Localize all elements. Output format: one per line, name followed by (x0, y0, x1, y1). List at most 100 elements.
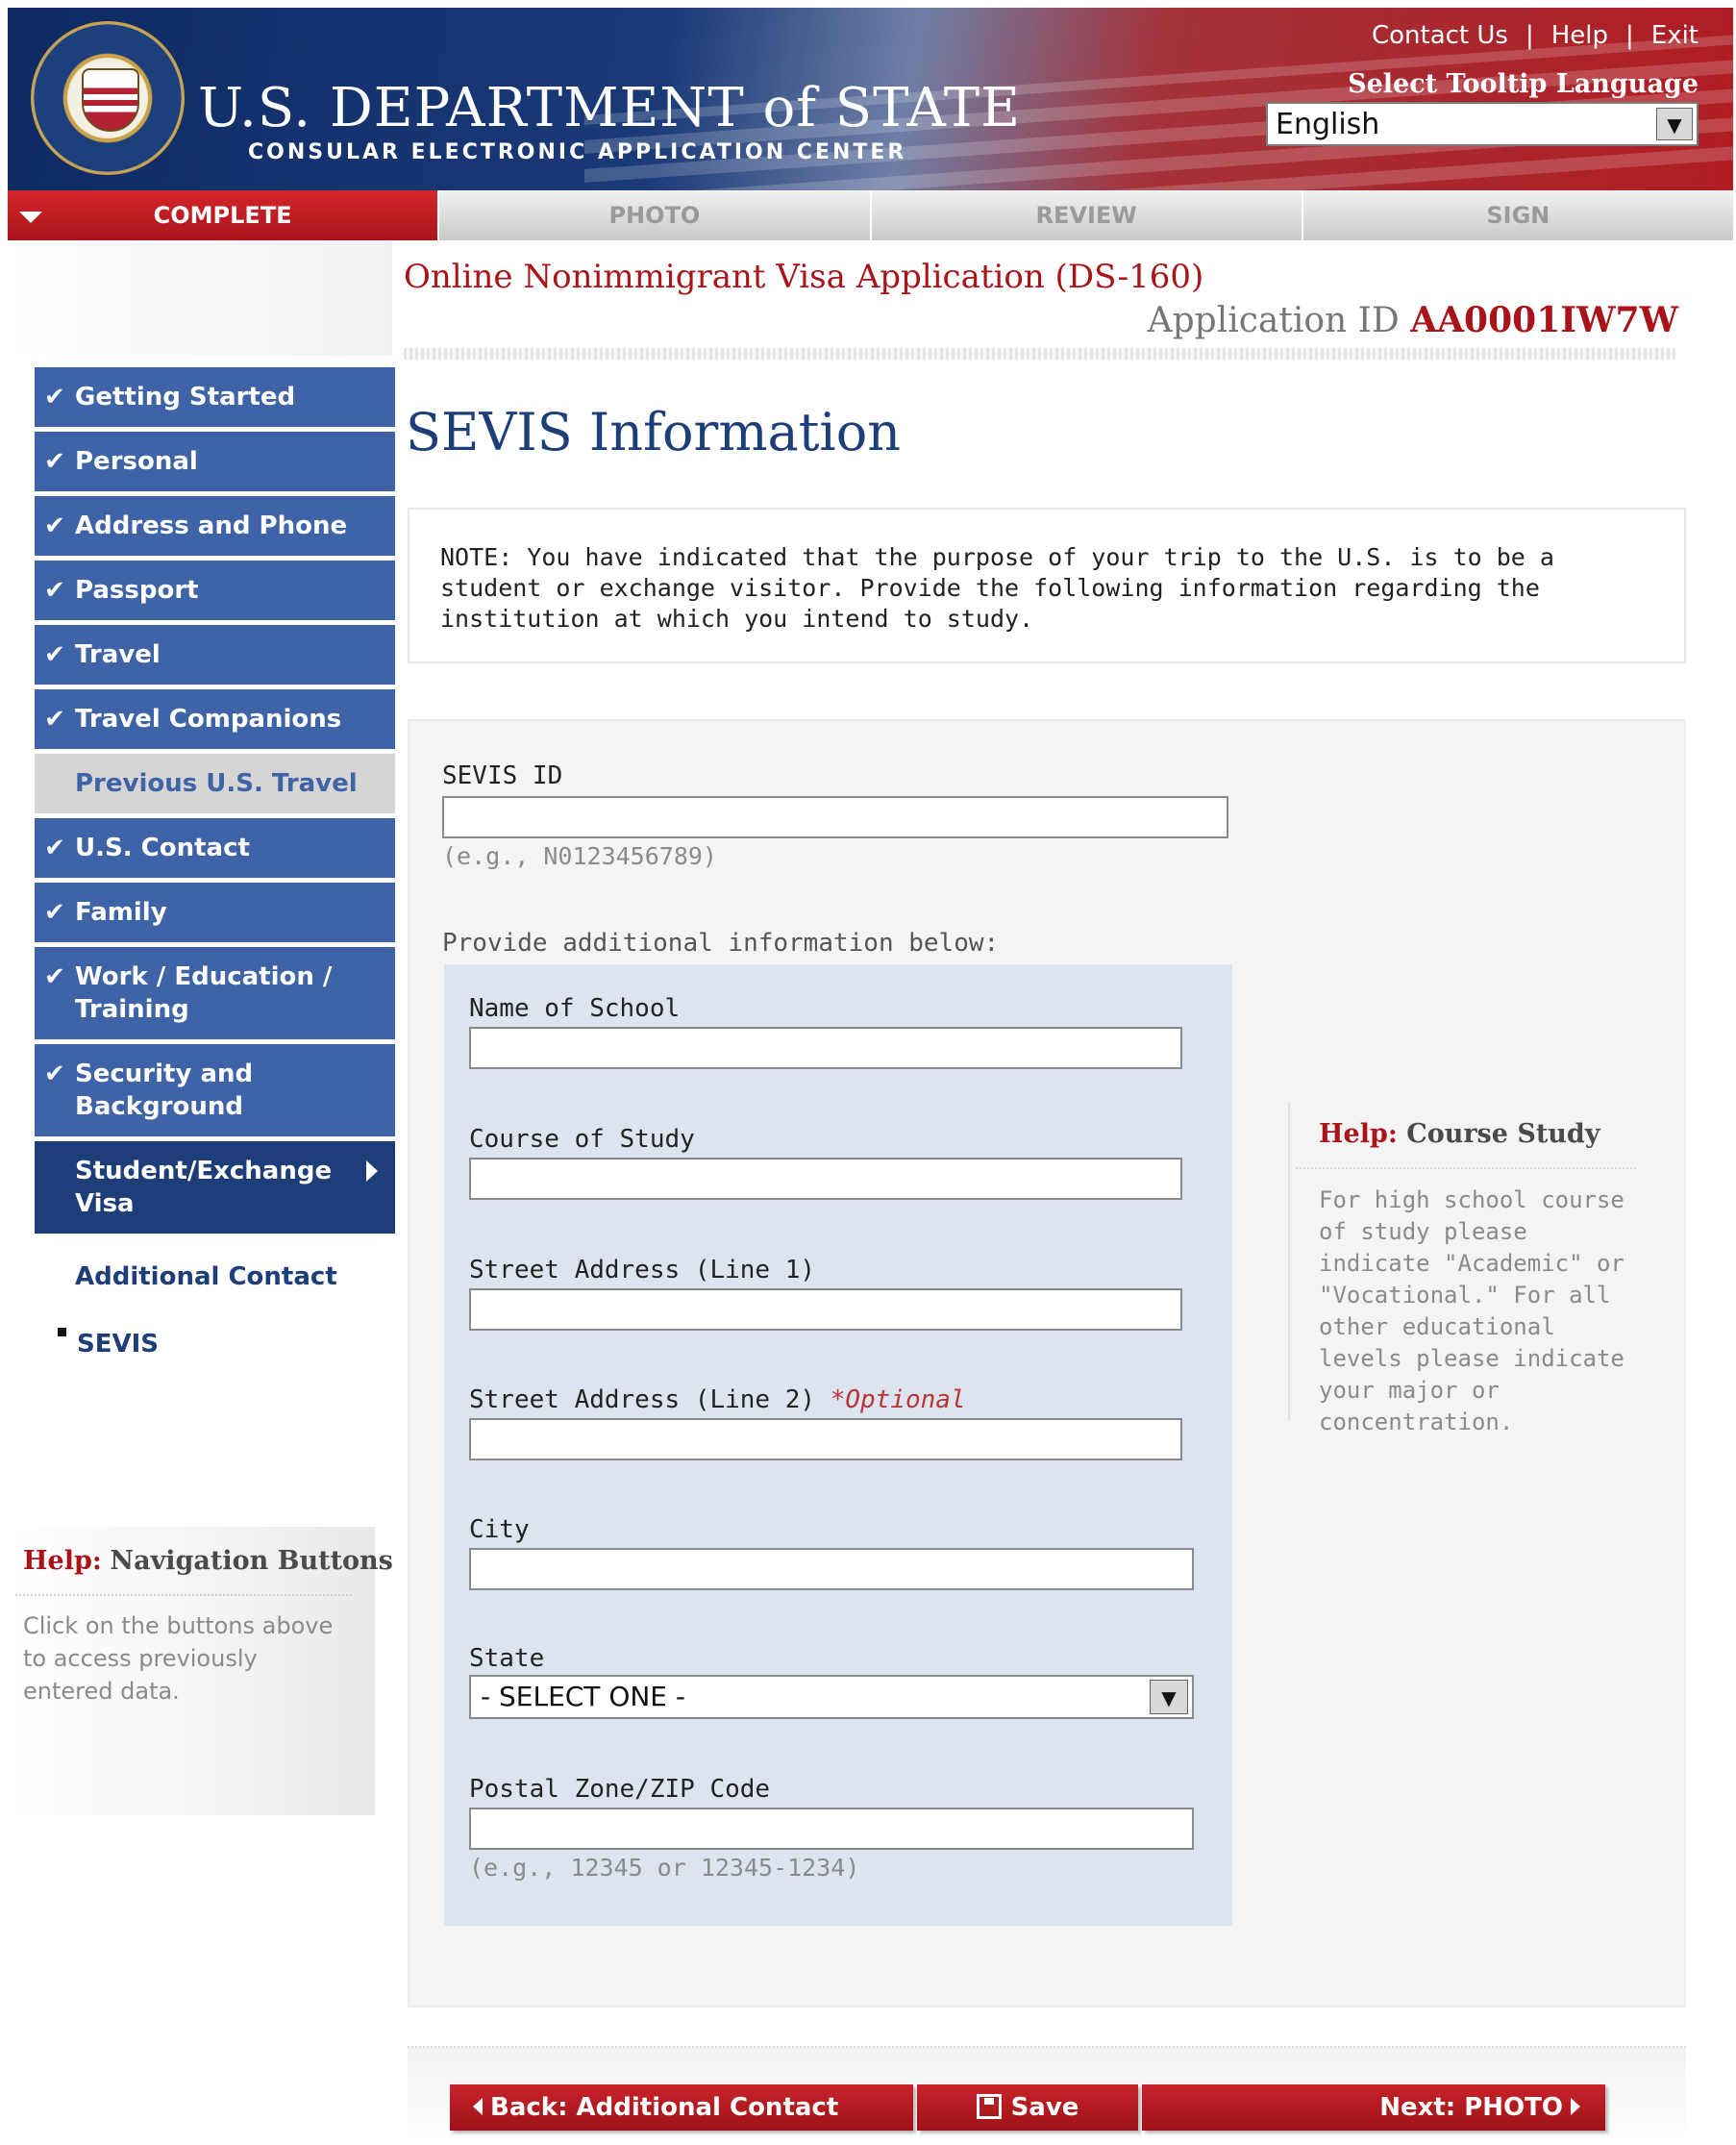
sidebar-item-label: Personal (75, 447, 198, 476)
sidebar-item-family[interactable]: ✔ Family (35, 883, 395, 942)
sidebar-item-travel-companions[interactable]: ✔ Travel Companions (35, 689, 395, 749)
check-icon: ✔ (44, 898, 65, 927)
sevis-id-label: SEVIS ID (442, 761, 563, 790)
sidebar-item-label: Travel Companions (75, 705, 342, 734)
note-text: NOTE: You have indicated that the purpos… (440, 543, 1554, 633)
sidebar-item-personal[interactable]: ✔ Personal (35, 432, 395, 491)
street-address-2-label: Street Address (Line 2) *Optional (469, 1385, 966, 1414)
save-button-label: Save (1010, 2093, 1079, 2122)
help-title-text: Navigation Buttons (110, 1546, 393, 1576)
application-id: Application ID AA0001IW7W (1148, 300, 1678, 340)
divider (1296, 1167, 1636, 1169)
sidebar-item-label: Getting Started (75, 383, 296, 412)
course-study-help-body: For high school course of study please i… (1319, 1186, 1624, 1435)
form-title: Online Nonimmigrant Visa Application (DS… (404, 258, 1204, 296)
navigation-help-title: Help: Navigation Buttons (23, 1546, 393, 1576)
sidebar-item-student-exchange-visa[interactable]: Student/Exchange Visa (35, 1141, 395, 1234)
divider (404, 348, 1676, 360)
help-prefix: Help: (23, 1546, 102, 1576)
sidebar-subitem-sevis[interactable]: SEVIS (35, 1328, 395, 1360)
check-icon: ✔ (44, 576, 65, 605)
tooltip-language-label: Select Tooltip Language (1348, 69, 1699, 99)
help-prefix: Help: (1319, 1119, 1398, 1149)
next-button[interactable]: Next: PHOTO (1142, 2084, 1605, 2131)
help-title-text: Course Study (1406, 1119, 1600, 1149)
street-address-2-input[interactable] (469, 1418, 1182, 1460)
navigation-help-panel: Help: Navigation Buttons Click on the bu… (8, 1527, 393, 1815)
check-icon: ✔ (44, 834, 65, 862)
chevron-down-icon[interactable]: ▼ (1656, 108, 1693, 140)
city-input[interactable] (469, 1548, 1194, 1590)
sidebar-item-previous-us-travel[interactable]: Previous U.S. Travel (35, 754, 395, 813)
check-icon: ✔ (44, 1060, 65, 1088)
caret-down-icon (19, 212, 42, 223)
check-icon: ✔ (44, 962, 65, 991)
divider (15, 1594, 352, 1596)
tab-sign[interactable]: SIGN (1301, 190, 1733, 240)
sidebar-item-getting-started[interactable]: ✔ Getting Started (35, 367, 395, 427)
street-address-2-label-text: Street Address (Line 2) (469, 1385, 816, 1414)
state-label: State (469, 1644, 545, 1673)
sidebar-item-passport[interactable]: ✔ Passport (35, 561, 395, 620)
check-icon: ✔ (44, 511, 65, 540)
link-separator: | (1525, 21, 1534, 50)
additional-info-label: Provide additional information below: (442, 929, 1000, 958)
application-id-label: Application ID (1147, 301, 1400, 340)
tab-review[interactable]: REVIEW (869, 190, 1302, 240)
sidebar-item-label: U.S. Contact (75, 834, 250, 862)
check-icon: ✔ (44, 705, 65, 734)
tab-review-label: REVIEW (1035, 202, 1137, 229)
sidebar-item-security-and-background[interactable]: ✔ Security and Background (35, 1044, 395, 1136)
check-icon: ✔ (44, 383, 65, 412)
help-link[interactable]: Help (1551, 21, 1608, 50)
course-of-study-input[interactable] (469, 1158, 1182, 1200)
tab-photo-label: PHOTO (608, 202, 701, 229)
sidebar-subitem-additional-contact[interactable]: Additional Contact (35, 1260, 395, 1293)
contact-us-link[interactable]: Contact Us (1372, 21, 1508, 50)
zip-code-input[interactable] (469, 1808, 1194, 1850)
state-select-value: - SELECT ONE - (481, 1681, 685, 1712)
sidebar-item-label: Previous U.S. Travel (75, 769, 358, 798)
tab-photo[interactable]: PHOTO (437, 190, 870, 240)
eagle-emblem-icon (82, 68, 139, 132)
sidebar-item-label: Family (75, 898, 167, 927)
sidebar-item-work-education-training[interactable]: ✔ Work / Education / Training (35, 947, 395, 1039)
sidebar-item-address-and-phone[interactable]: ✔ Address and Phone (35, 496, 395, 556)
sidebar-nav: ✔ Getting Started ✔ Personal ✔ Address and … (35, 367, 395, 1360)
sidebar-item-travel[interactable]: ✔ Travel (35, 625, 395, 685)
page-title: SEVIS Information (406, 402, 901, 462)
sidebar-item-us-contact[interactable]: ✔ U.S. Contact (35, 818, 395, 878)
sevis-id-input[interactable] (442, 796, 1228, 838)
school-name-label: Name of School (469, 994, 681, 1023)
agency-subtitle: CONSULAR ELECTRONIC APPLICATION CENTER (248, 140, 907, 164)
department-seal-logo (31, 21, 185, 175)
link-separator: | (1625, 21, 1634, 50)
sidebar-item-label: Work / Education / Training (75, 962, 333, 1024)
chevron-down-icon[interactable]: ▼ (1150, 1680, 1188, 1714)
tooltip-language-select[interactable]: English ▼ (1266, 102, 1699, 146)
tab-complete-label: COMPLETE (153, 202, 292, 229)
optional-tag: *Optional (830, 1385, 966, 1414)
course-of-study-label: Course of Study (469, 1125, 695, 1154)
sidebar-item-label: Passport (75, 576, 199, 605)
sidebar-item-label: Address and Phone (75, 511, 348, 540)
street-address-1-input[interactable] (469, 1288, 1182, 1331)
course-study-help-title: Help: Course Study (1319, 1119, 1600, 1149)
note-box: NOTE: You have indicated that the purpos… (408, 508, 1686, 663)
tab-sign-label: SIGN (1486, 202, 1550, 229)
site-header: U.S. DEPARTMENT of STATE CONSULAR ELECTR… (8, 8, 1733, 190)
save-button[interactable]: Save (917, 2084, 1138, 2131)
back-button[interactable]: Back: Additional Contact (450, 2084, 913, 2131)
top-links: Contact Us | Help | Exit (1372, 21, 1699, 50)
course-study-help-panel: Help: Course Study For high school cours… (1288, 1102, 1636, 1435)
sidebar-subitem-label: SEVIS (77, 1330, 160, 1359)
city-label: City (469, 1515, 530, 1544)
tab-complete[interactable]: COMPLETE (8, 190, 438, 240)
school-name-input[interactable] (469, 1027, 1182, 1069)
back-button-label: Back: Additional Contact (490, 2093, 839, 2122)
sidebar-item-label: Security and Background (75, 1060, 254, 1121)
state-select[interactable]: - SELECT ONE - ▼ (469, 1675, 1194, 1719)
floppy-disk-icon (976, 2094, 1002, 2119)
exit-link[interactable]: Exit (1651, 21, 1699, 50)
progress-tabs: COMPLETE PHOTO REVIEW SIGN (8, 190, 1733, 240)
